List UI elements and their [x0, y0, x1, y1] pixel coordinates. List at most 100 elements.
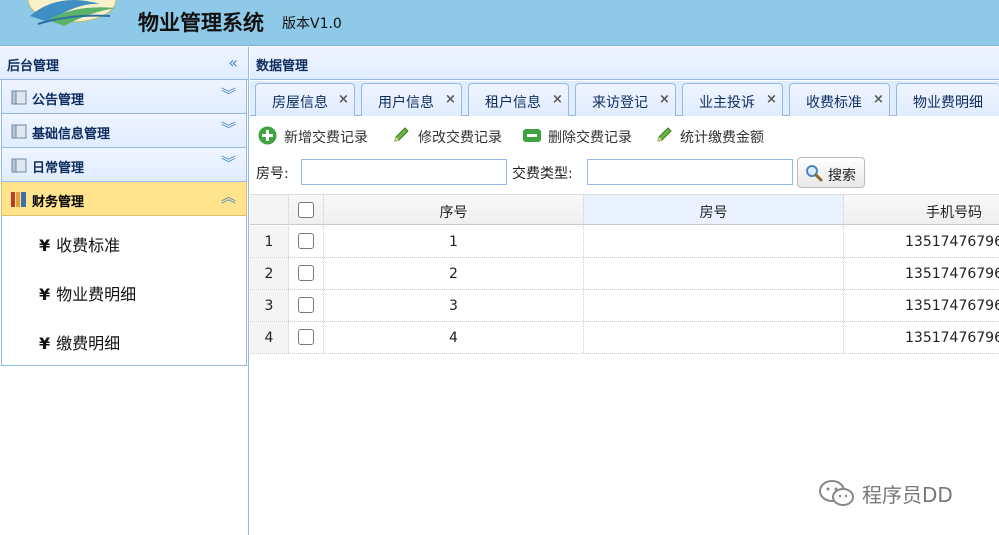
payment-type-input[interactable] [587, 159, 793, 185]
search-button-label: 搜索 [828, 168, 856, 184]
row-number: 2 [250, 258, 289, 289]
section-header-basic-info[interactable]: 基础信息管理 ︾ [1, 114, 247, 148]
tab-label: 租户信息 [485, 95, 541, 111]
payment-type-label: 交费类型: [512, 166, 573, 182]
chevron-down-icon[interactable]: ︾ [221, 120, 236, 138]
tab-fee-standard[interactable]: 收费标准 × [789, 83, 890, 116]
left-panel: 后台管理 « 公告管理 ︾ 基础信息管理 ︾ 日常管理 ︾ 财务管理 ︽ ¥ 收… [0, 47, 249, 535]
close-icon[interactable]: × [338, 92, 349, 107]
room-input[interactable] [301, 159, 507, 185]
section-label: 基础信息管理 [32, 127, 111, 142]
cell-room [584, 226, 844, 257]
delete-icon [523, 129, 541, 142]
add-payment-label: 新增交费记录 [284, 130, 368, 146]
column-header-phone[interactable]: 手机号码 [844, 195, 999, 224]
cell-phone: 13517476796 [905, 298, 999, 314]
row-select-cell [289, 226, 324, 257]
select-all-checkbox[interactable] [298, 202, 314, 218]
section-label: 公告管理 [32, 93, 85, 108]
logo-icon [27, 0, 117, 26]
close-icon[interactable]: × [659, 92, 670, 107]
section-header-announcements[interactable]: 公告管理 ︾ [1, 80, 247, 114]
wechat-icon [819, 480, 854, 506]
grid-header: 序号 房号 手机号码 [250, 194, 999, 225]
search-button[interactable]: 搜索 [797, 157, 865, 188]
chevron-down-icon[interactable]: ︾ [221, 86, 236, 104]
row-checkbox[interactable] [298, 233, 314, 249]
search-icon [806, 165, 823, 182]
edit-payment-label: 修改交费记录 [418, 130, 502, 146]
book-icon [11, 158, 27, 173]
column-header-seq[interactable]: 序号 [324, 195, 584, 224]
chevron-down-icon[interactable]: ︾ [221, 154, 236, 172]
edit-payment-button[interactable]: 修改交费记录 [392, 126, 512, 146]
tab-house-info[interactable]: 房屋信息 × [255, 83, 355, 116]
tab-visitor-log[interactable]: 来访登记 × [575, 83, 676, 116]
pencil-icon [657, 127, 672, 142]
tab-bar: 房屋信息 × 用户信息 × 租户信息 × 来访登记 × 业主投诉 × 收费标准 … [250, 81, 999, 116]
column-header-label: 手机号码 [926, 205, 982, 221]
cell-phone: 13517476796 [905, 266, 999, 282]
table-row[interactable]: 3 3 13517476796 [250, 290, 999, 322]
close-icon[interactable]: × [445, 92, 456, 107]
tab-property-fee-detail[interactable]: 物业费明细 [896, 83, 999, 116]
close-icon[interactable]: × [552, 92, 563, 107]
stats-payment-label: 统计缴费金额 [680, 130, 764, 146]
cell-seq: 3 [324, 290, 584, 321]
table-row[interactable]: 4 4 13517476796 [250, 322, 999, 354]
stats-payment-button[interactable]: 统计缴费金额 [655, 126, 775, 146]
cell-seq: 2 [324, 258, 584, 289]
tab-owner-complaints[interactable]: 业主投诉 × [682, 83, 783, 116]
menu-item-property-fee-detail[interactable]: ¥ 物业费明细 [39, 281, 136, 305]
room-label: 房号: [256, 166, 289, 182]
tab-label: 业主投诉 [699, 95, 755, 111]
cell-room [584, 290, 844, 321]
tab-label: 收费标准 [806, 95, 862, 111]
row-number-header [250, 195, 289, 224]
row-select-cell [289, 290, 324, 321]
select-all-cell [289, 195, 324, 224]
table-row[interactable]: 1 1 13517476796 [250, 226, 999, 258]
left-panel-title: 后台管理 [7, 59, 60, 74]
menu-item-payment-detail[interactable]: ¥ 缴费明细 [39, 330, 120, 354]
tab-label: 来访登记 [592, 95, 648, 111]
tab-user-info[interactable]: 用户信息 × [361, 83, 462, 116]
tab-label: 用户信息 [378, 95, 434, 111]
toolbar: 新增交费记录 修改交费记录 删除交费记录 统计缴费金额 [250, 117, 999, 153]
menu-item-label: 收费标准 [56, 236, 121, 255]
section-daily: 日常管理 ︾ [1, 148, 247, 182]
row-number: 1 [250, 226, 289, 257]
row-checkbox[interactable] [298, 297, 314, 313]
section-header-daily[interactable]: 日常管理 ︾ [1, 148, 247, 182]
menu-item-label: 缴费明细 [56, 334, 121, 353]
main-panel-title: 数据管理 [256, 59, 309, 74]
search-bar: 房号: 交费类型: 搜索 [250, 153, 999, 193]
table-row[interactable]: 2 2 13517476796 [250, 258, 999, 290]
cell-room [584, 322, 844, 353]
cell-room [584, 258, 844, 289]
close-icon[interactable]: × [873, 92, 884, 107]
row-checkbox[interactable] [298, 265, 314, 281]
collapse-left-icon[interactable]: « [228, 53, 238, 72]
section-basic-info: 基础信息管理 ︾ [1, 114, 247, 148]
menu-item-label: 物业费明细 [56, 285, 137, 304]
cell-seq: 1 [324, 226, 584, 257]
add-payment-button[interactable]: 新增交费记录 [258, 126, 378, 146]
book-icon [11, 124, 27, 139]
row-checkbox[interactable] [298, 329, 314, 345]
close-icon[interactable]: × [766, 92, 777, 107]
row-number: 4 [250, 322, 289, 353]
column-header-room[interactable]: 房号 [584, 195, 844, 224]
books-icon [11, 192, 26, 207]
main-panel: 数据管理 房屋信息 × 用户信息 × 租户信息 × 来访登记 × 业主投诉 × … [250, 47, 999, 535]
yen-icon: ¥ [39, 236, 51, 255]
menu-item-fee-standard[interactable]: ¥ 收费标准 [39, 232, 120, 256]
delete-payment-button[interactable]: 删除交费记录 [522, 126, 642, 146]
chevron-up-icon[interactable]: ︽ [221, 188, 236, 206]
section-header-finance[interactable]: 财务管理 ︽ [1, 182, 247, 216]
pencil-icon [394, 127, 409, 142]
delete-payment-label: 删除交费记录 [548, 130, 632, 146]
section-announcements: 公告管理 ︾ [1, 80, 247, 114]
app-version: 版本V1.0 [282, 16, 342, 32]
tab-tenant-info[interactable]: 租户信息 × [468, 83, 569, 116]
